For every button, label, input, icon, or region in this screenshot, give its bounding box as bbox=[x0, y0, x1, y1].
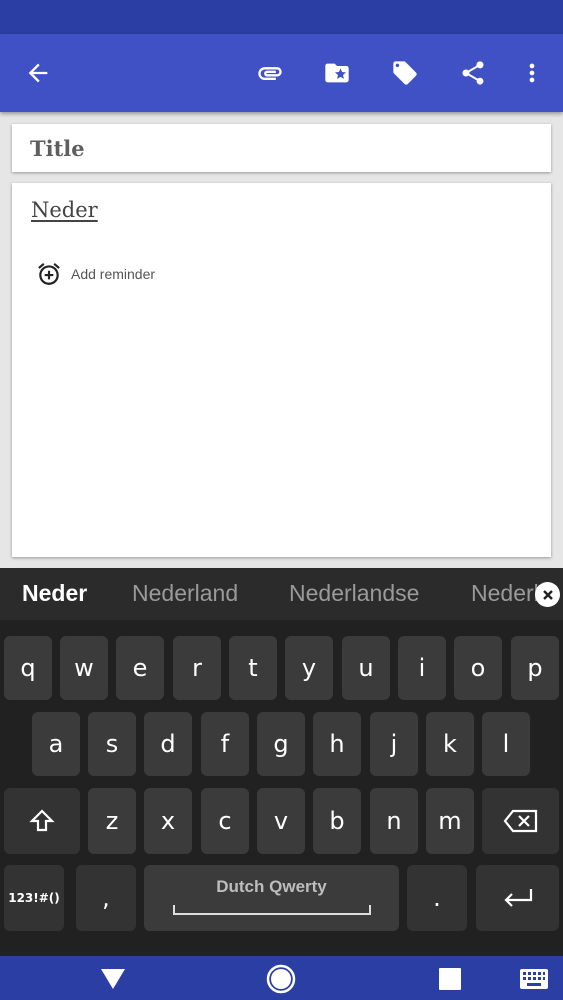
key-f[interactable]: f bbox=[201, 712, 249, 776]
symbols-key[interactable]: 123!#() bbox=[4, 865, 64, 931]
enter-key[interactable] bbox=[476, 865, 559, 931]
more-options-button[interactable] bbox=[510, 51, 554, 95]
tag-icon bbox=[393, 61, 417, 85]
key-s[interactable]: s bbox=[88, 712, 136, 776]
nav-recents-button[interactable] bbox=[433, 962, 467, 996]
title-field[interactable]: Title bbox=[12, 124, 551, 172]
suggestion-item[interactable]: Nederl bbox=[471, 580, 539, 607]
recents-square-icon bbox=[439, 968, 461, 990]
category-button[interactable] bbox=[315, 51, 359, 95]
key-r[interactable]: r bbox=[173, 636, 221, 700]
back-arrow-icon bbox=[28, 63, 48, 83]
app-bar bbox=[0, 34, 563, 112]
key-n[interactable]: n bbox=[370, 788, 418, 854]
keyboard-icon bbox=[520, 969, 548, 989]
key-w[interactable]: w bbox=[60, 636, 108, 700]
more-vert-icon bbox=[529, 63, 535, 83]
keyboard: Neder Nederland Nederlandse Nederl q w e… bbox=[0, 568, 563, 956]
key-m[interactable]: m bbox=[426, 788, 474, 854]
home-circle-icon bbox=[266, 964, 296, 994]
backspace-icon bbox=[503, 809, 537, 833]
share-icon bbox=[462, 61, 484, 85]
nav-keyboard-button[interactable] bbox=[517, 962, 551, 996]
key-z[interactable]: z bbox=[88, 788, 136, 854]
key-c[interactable]: c bbox=[201, 788, 249, 854]
key-l[interactable]: l bbox=[482, 712, 530, 776]
close-suggestions-button[interactable] bbox=[535, 582, 560, 607]
add-reminder-label: Add reminder bbox=[71, 266, 156, 282]
key-y[interactable]: y bbox=[285, 636, 333, 700]
share-button[interactable] bbox=[451, 51, 495, 95]
alarm-add-icon bbox=[38, 263, 60, 285]
suggestion-strip: Neder Nederland Nederlandse Nederl bbox=[0, 568, 563, 620]
status-bar bbox=[0, 0, 563, 34]
navigation-bar bbox=[0, 956, 563, 1000]
suggestion-item[interactable]: Nederland bbox=[132, 580, 238, 607]
key-i[interactable]: i bbox=[398, 636, 446, 700]
key-o[interactable]: o bbox=[454, 636, 502, 700]
key-u[interactable]: u bbox=[342, 636, 390, 700]
attachment-icon bbox=[258, 67, 282, 80]
folder-star-icon bbox=[325, 63, 349, 83]
backspace-key[interactable] bbox=[482, 788, 559, 854]
key-d[interactable]: d bbox=[144, 712, 192, 776]
title-placeholder: Title bbox=[30, 136, 85, 161]
spacebar-icon bbox=[172, 905, 371, 915]
shift-icon bbox=[29, 809, 55, 832]
key-j[interactable]: j bbox=[370, 712, 418, 776]
close-icon bbox=[542, 589, 553, 600]
key-t[interactable]: t bbox=[229, 636, 277, 700]
suggestion-item[interactable]: Nederlandse bbox=[289, 580, 419, 607]
space-key[interactable]: Dutch Qwerty bbox=[144, 865, 399, 931]
key-x[interactable]: x bbox=[144, 788, 192, 854]
shift-key[interactable] bbox=[4, 788, 80, 854]
key-k[interactable]: k bbox=[426, 712, 474, 776]
key-a[interactable]: a bbox=[32, 712, 80, 776]
space-key-label: Dutch Qwerty bbox=[216, 877, 327, 896]
nav-back-button[interactable] bbox=[96, 962, 130, 996]
back-button[interactable] bbox=[16, 51, 60, 95]
note-content-card[interactable]: Neder Add reminder bbox=[12, 183, 551, 557]
key-b[interactable]: b bbox=[313, 788, 361, 854]
enter-icon bbox=[503, 889, 532, 907]
nav-home-button[interactable] bbox=[264, 962, 298, 996]
key-h[interactable]: h bbox=[313, 712, 361, 776]
attach-button[interactable] bbox=[248, 51, 292, 95]
key-p[interactable]: p bbox=[511, 636, 559, 700]
key-v[interactable]: v bbox=[257, 788, 305, 854]
period-key[interactable]: . bbox=[407, 865, 467, 931]
key-q[interactable]: q bbox=[4, 636, 52, 700]
back-triangle-icon bbox=[101, 969, 125, 989]
note-content-text[interactable]: Neder bbox=[31, 198, 98, 222]
tag-button[interactable] bbox=[383, 51, 427, 95]
suggestion-item[interactable]: Neder bbox=[22, 580, 87, 607]
key-e[interactable]: e bbox=[116, 636, 164, 700]
add-reminder-button[interactable]: Add reminder bbox=[36, 261, 155, 287]
key-g[interactable]: g bbox=[257, 712, 305, 776]
comma-key[interactable]: , bbox=[76, 865, 136, 931]
